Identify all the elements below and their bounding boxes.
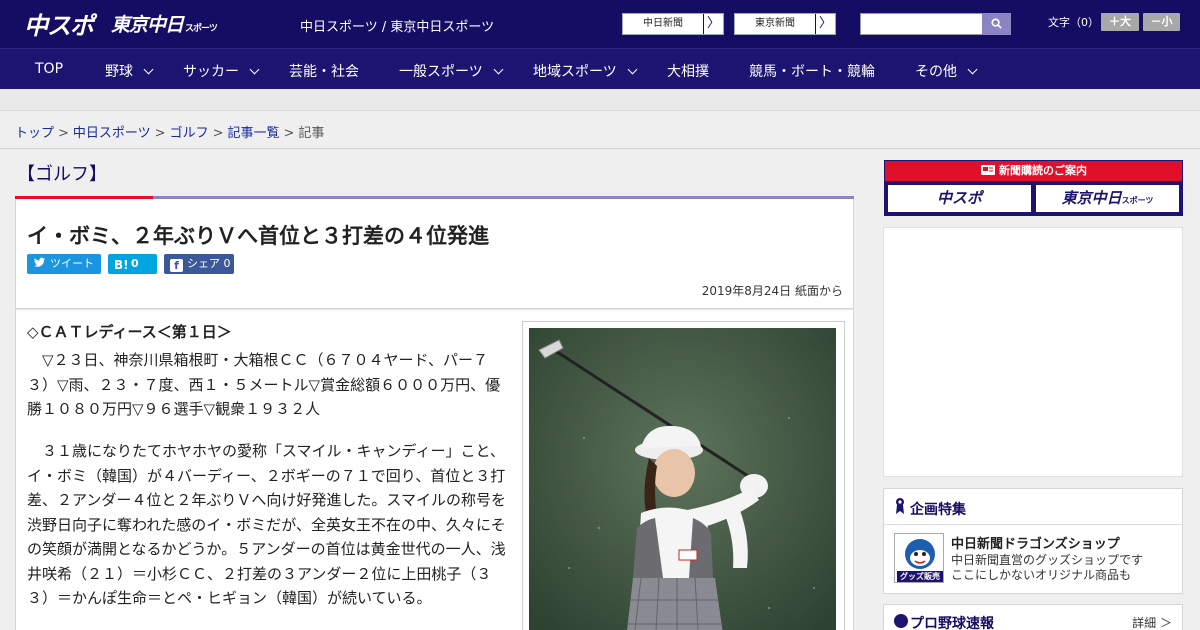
chevron-down-icon	[249, 64, 260, 75]
ribbon-icon	[896, 498, 904, 514]
breadcrumb-article-list[interactable]: 記事一覧	[228, 126, 280, 141]
shop-desc-line: ここにしかないオリジナル商品も	[951, 568, 1132, 582]
tweet-label: ツイート	[50, 257, 94, 270]
chunichi-shimbun-label: 中日新聞	[643, 18, 683, 29]
article-header: イ・ボミ、２年ぶりＶへ首位と３打差の４位発進 ツイート B! 0 f シェア 0 2…	[15, 199, 854, 309]
nav-label: 地域スポーツ	[533, 64, 617, 80]
nav-item-general-sports[interactable]: 一般スポーツ	[399, 61, 504, 81]
baseball-details-link[interactable]: 詳細 ＞	[1132, 614, 1172, 630]
chunichi-shimbun-link[interactable]: 中日新聞 〉	[622, 13, 724, 35]
breadcrumb-separator: >	[283, 126, 295, 141]
hatena-bookmark-button[interactable]: B! 0	[108, 254, 157, 274]
category-title: 【ゴルフ】	[17, 164, 107, 185]
breadcrumb-separator: >	[58, 126, 69, 141]
hatena-count: 0	[131, 257, 139, 270]
nav-label: 競馬・ボート・競輪	[749, 64, 875, 80]
chusupo-logo[interactable]: 中スポ	[24, 6, 94, 41]
breadcrumb-golf[interactable]: ゴルフ	[170, 126, 209, 141]
breadcrumb-chunichi-sports[interactable]: 中日スポーツ	[73, 126, 151, 141]
nav-label: 芸能・社会	[289, 64, 359, 80]
article-date: 2019年8月24日 紙面から	[701, 284, 843, 298]
subscribe-tokyo-logo-text: 東京中日	[1061, 189, 1122, 207]
chevron-down-icon	[143, 64, 154, 75]
nav-item-other[interactable]: その他	[915, 61, 978, 81]
nav-label: 一般スポーツ	[399, 64, 483, 80]
nav-item-racing[interactable]: 競馬・ボート・競輪	[749, 61, 875, 81]
search-button[interactable]	[982, 13, 1011, 35]
search-icon	[991, 18, 1002, 29]
font-smaller-button[interactable]: －小	[1143, 13, 1180, 31]
breadcrumb-current: 記事	[298, 126, 325, 141]
article-photo-frame	[522, 321, 845, 630]
chevron-down-icon	[967, 64, 978, 75]
chevron-down-icon	[493, 64, 504, 75]
article-headline: イ・ボミ、２年ぶりＶへ首位と３打差の４位発進	[27, 224, 489, 248]
shop-desc-line: 中日新聞直営のグッズショップです	[951, 553, 1144, 567]
hatena-b-icon: B!	[114, 258, 129, 272]
header-band	[0, 89, 1200, 111]
article-photo[interactable]	[529, 328, 836, 630]
subscribe-chusupo-logo[interactable]: 中スポ	[888, 185, 1031, 212]
nav-label: その他	[915, 64, 957, 80]
font-larger-button[interactable]: ＋大	[1101, 13, 1139, 31]
dragons-shop-description: 中日新聞直営のグッズショップです ここにしかないオリジナル商品も	[951, 553, 1143, 583]
facebook-f-icon: f	[170, 259, 183, 272]
nav-label: サッカー	[183, 64, 239, 80]
dragons-shop-thumbnail[interactable]: グッズ販売中	[894, 533, 944, 583]
nav-item-baseball[interactable]: 野球	[105, 61, 154, 81]
facebook-share-label: シェア	[187, 257, 220, 270]
main-nav: TOP 野球 サッカー 芸能・社会 一般スポーツ 地域スポーツ 大相撲 競馬・ボ…	[0, 48, 1200, 89]
subscribe-tokyo-logo-sub: スポーツ	[1121, 196, 1154, 205]
subscription-header: 新聞購読のご案内	[885, 161, 1182, 181]
baseball-live-section: プロ野球速報 詳細 ＞	[883, 604, 1183, 630]
site-names: 中日スポーツ / 東京中日スポーツ	[300, 20, 495, 35]
nav-item-regional-sports[interactable]: 地域スポーツ	[533, 61, 638, 81]
article-paragraph: ３１歳になりたてホヤホヤの愛称「スマイル・キャンディー」こと、イ・ボミ（韓国）が…	[27, 442, 506, 607]
tokyo-shimbun-link[interactable]: 東京新聞 〉	[734, 13, 836, 35]
facebook-count: 0	[223, 257, 231, 270]
chevron-right-icon: 〉	[815, 14, 835, 34]
nav-item-top[interactable]: TOP	[35, 61, 63, 77]
feature-title: 企画特集	[910, 502, 966, 518]
nav-label: 野球	[105, 64, 133, 80]
golfer-photo-illustration	[529, 328, 836, 630]
feature-section: 企画特集 グッズ販売中 中日新聞ドラゴンズショップ 中日新聞直営のグッズショップ…	[883, 488, 1183, 594]
tweet-button[interactable]: ツイート	[27, 254, 101, 274]
font-size-label: 文字（0）	[1048, 16, 1099, 29]
facebook-share-button[interactable]: f シェア 0	[164, 254, 234, 274]
subscribe-tokyo-chunichi-logo[interactable]: 東京中日スポーツ	[1036, 185, 1179, 212]
subscription-header-label: 新聞購読のご案内	[999, 164, 1087, 177]
dragons-shop-title[interactable]: 中日新聞ドラゴンズショップ	[951, 533, 1120, 552]
breadcrumb-separator: >	[212, 126, 224, 141]
tokyo-chunichi-logo[interactable]: 東京中日 スポーツ	[111, 10, 218, 37]
nav-label: TOP	[35, 61, 64, 77]
nav-item-entertainment[interactable]: 芸能・社会	[289, 61, 359, 81]
baseball-live-title: プロ野球速報	[910, 616, 994, 630]
article-paragraph: ▽２３日、神奈川県箱根町・大箱根ＣＣ（６７０４ヤード、パー７３）▽雨、２３・７度…	[27, 351, 501, 418]
twitter-bird-icon	[33, 257, 46, 267]
article-body: ◇ＣＡＴレディース＜第１日＞ ▽２３日、神奈川県箱根町・大箱根ＣＣ（６７０４ヤー…	[15, 309, 854, 630]
thumb-label: グッズ販売中	[900, 572, 940, 581]
newspaper-icon	[981, 165, 995, 175]
article-subheading: ◇ＣＡＴレディース＜第１日＞	[27, 323, 232, 341]
subscription-banner[interactable]: 新聞購読のご案内 中スポ 東京中日スポーツ	[884, 160, 1183, 216]
breadcrumb-top[interactable]: トップ	[15, 126, 54, 141]
search-input[interactable]	[860, 13, 983, 35]
site-header: 中スポ 東京中日 スポーツ 中日スポーツ / 東京中日スポーツ 中日新聞 〉 東京…	[0, 0, 1200, 48]
advertisement-slot[interactable]	[883, 227, 1183, 477]
tokyo-logo-sub: スポーツ	[185, 24, 218, 34]
baseball-icon	[894, 614, 908, 628]
tokyo-shimbun-label: 東京新聞	[755, 18, 795, 29]
chevron-down-icon	[627, 64, 638, 75]
breadcrumb-separator: >	[154, 126, 166, 141]
nav-item-soccer[interactable]: サッカー	[183, 61, 260, 81]
feature-header: 企画特集	[884, 489, 1182, 525]
tokyo-logo-text: 東京中日	[111, 14, 184, 36]
nav-item-sumo[interactable]: 大相撲	[667, 61, 709, 81]
nav-label: 大相撲	[667, 64, 709, 80]
chevron-right-icon: 〉	[703, 14, 723, 34]
breadcrumb: トップ > 中日スポーツ > ゴルフ > 記事一覧 > 記事	[0, 111, 1200, 149]
